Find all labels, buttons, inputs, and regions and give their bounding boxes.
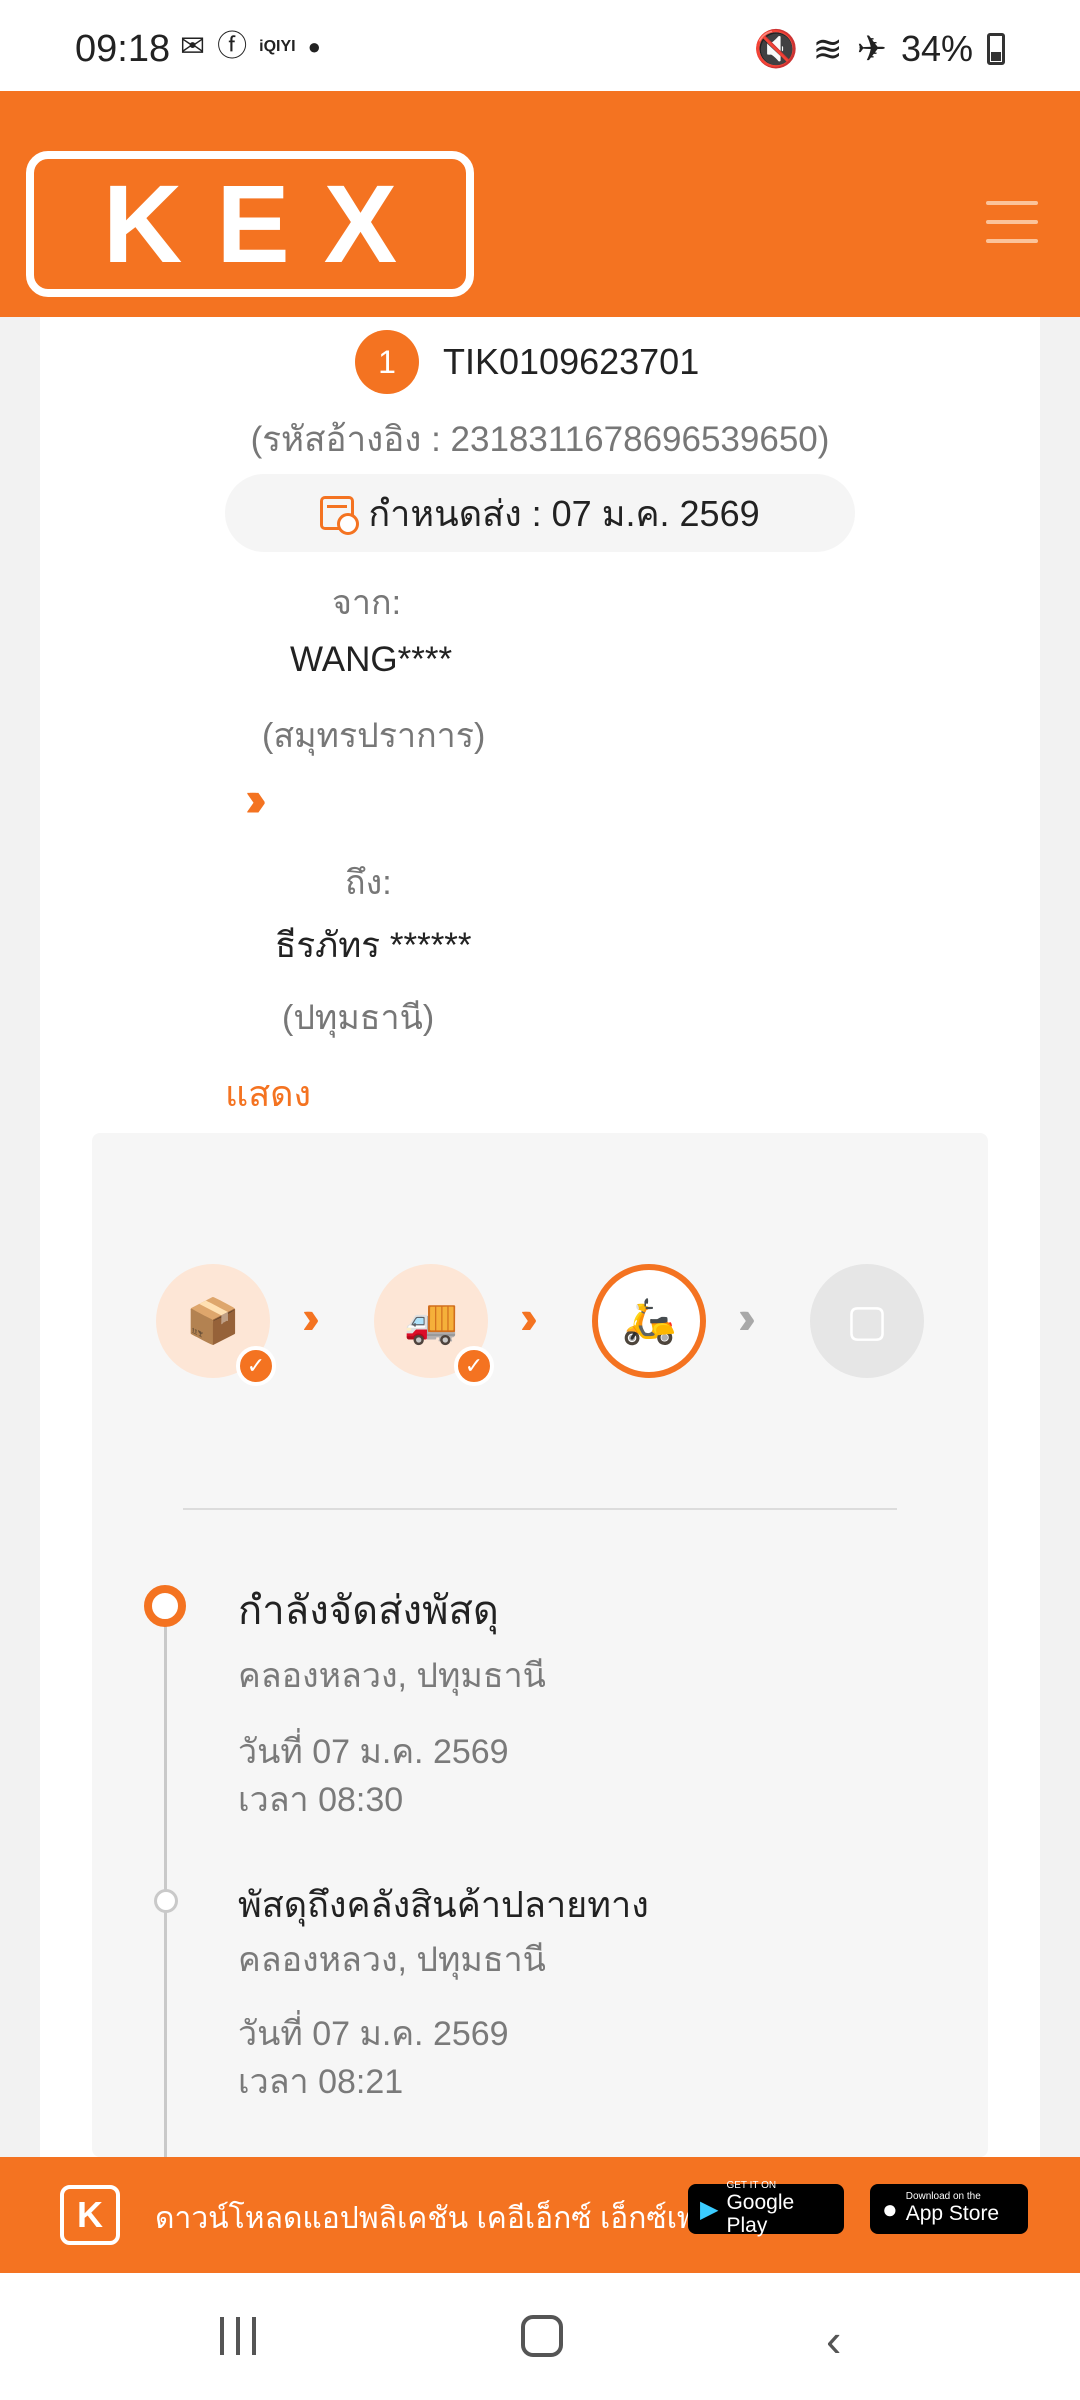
battery-percent: 34% (900, 28, 973, 69)
show-details-link[interactable]: แสดง (225, 1065, 311, 1122)
apple-icon: ● (882, 2193, 898, 2224)
parcel-icon: 📦 (185, 1297, 241, 1346)
home-icon[interactable] (521, 2315, 563, 2357)
mute-icon: 🔇 (753, 28, 799, 69)
truck-icon: 🚚 (403, 1297, 459, 1346)
gmail-icon: ✉ (180, 30, 206, 63)
sender-province: (สมุทรปราการ) (262, 717, 486, 755)
sender-name: WANG**** (290, 640, 453, 679)
app-download-banner: K ดาวน์โหลดแอปพลิเคชัน เคอีเอ็กซ์ เอ็กซ์… (0, 2157, 1080, 2273)
box-icon: ▢ (846, 1296, 888, 1346)
wifi-icon: ≋ (812, 28, 843, 69)
event-time: เวลา 08:21 (238, 2063, 404, 2101)
timeline-line (164, 1605, 167, 2157)
kex-app-logo: K (60, 2185, 120, 2245)
play-icon: ▶ (700, 2195, 719, 2223)
calendar-icon (320, 496, 360, 535)
event-time: เวลา 08:30 (238, 1781, 404, 1819)
due-date-pill: กำหนดส่ง : 07 ม.ค. 2569 (225, 474, 855, 552)
parcel-index-badge: 1 (355, 330, 419, 394)
timeline-dot (154, 1889, 178, 1913)
status-time: 09:18 (75, 28, 171, 70)
app-store-label: App Store (905, 2202, 1000, 2226)
due-date-text: กำหนดส่ง : 07 ม.ค. 2569 (368, 492, 760, 534)
step-out-for-delivery: 🛵 (592, 1264, 706, 1378)
dot-icon: ● (307, 34, 321, 59)
step-arrow-icon: ››› (738, 1291, 756, 1343)
battery-icon (987, 33, 1005, 65)
event-location: คลองหลวง, ปทุมธานี (238, 1657, 546, 1695)
check-icon: ✓ (454, 1346, 494, 1386)
reference-number: (รหัสอ้างอิง : 2318311678696539650) (250, 420, 830, 459)
hamburger-menu-icon[interactable] (986, 201, 1038, 243)
event-title: พัสดุถึงคลังสินค้าปลายทาง (238, 1884, 649, 1925)
tracking-number-row: 1 TIK0109623701 (355, 330, 699, 394)
scooter-icon: 🛵 (621, 1297, 677, 1346)
event-location: คลองหลวง, ปทุมธานี (238, 1941, 546, 1979)
airplane-icon: ✈ (856, 28, 887, 69)
back-icon[interactable]: ‹ (826, 2317, 841, 2363)
site-header: KEX (0, 91, 1080, 317)
app-store-button[interactable]: ● Download on the App Store (870, 2184, 1028, 2234)
google-play-button[interactable]: ▶ GET IT ON Google Play (688, 2179, 844, 2237)
app-store-small-text: Download on the (905, 2191, 981, 2203)
step-in-transit: 🚚 ✓ (374, 1264, 494, 1386)
event-date: วันที่ 07 ม.ค. 2569 (238, 2015, 509, 2053)
check-icon: ✓ (236, 1346, 276, 1386)
android-nav-bar: ‹ (0, 2273, 1080, 2400)
from-label: จาก: (332, 584, 402, 622)
google-play-small-text: GET IT ON (726, 2179, 777, 2191)
recipient-name: ธีรภัทร ****** (275, 926, 472, 965)
system-icons: 🔇 ≋ ✈ 34% (754, 28, 1005, 70)
recent-apps-icon[interactable] (220, 2317, 256, 2355)
status-bar: 09:18 ✉ ⓕ iQIYI ● 🔇 ≋ ✈ 34% (0, 0, 1080, 91)
logo-text: KEX (102, 162, 432, 286)
google-play-label: Google Play (726, 2190, 795, 2237)
banner-text: ดาวน์โหลดแอปพลิเคชัน เคอีเอ็กซ์ เอ็กซ์เพ… (155, 2202, 732, 2235)
event-date: วันที่ 07 ม.ค. 2569 (238, 1733, 509, 1771)
timeline-dot-active (144, 1585, 186, 1627)
iqiyi-icon: iQIYI (259, 38, 296, 55)
step-delivered: ▢ (810, 1264, 924, 1378)
panel-divider (183, 1508, 897, 1510)
step-picked-up: 📦 ✓ (156, 1264, 276, 1386)
facebook-icon: ⓕ (217, 30, 248, 63)
kex-logo[interactable]: KEX (26, 151, 474, 297)
notification-icons: ✉ ⓕ iQIYI ● (180, 32, 321, 62)
event-title: กำลังจัดส่งพัสดุ (238, 1589, 499, 1633)
recipient-province: (ปทุมธานี) (282, 999, 435, 1037)
step-arrow-icon: ››› (520, 1291, 538, 1343)
step-arrow-icon: ››› (302, 1291, 320, 1343)
tracking-number: TIK0109623701 (443, 341, 700, 382)
to-label: ถึง: (345, 864, 392, 902)
double-chevron-icon: ››› (245, 771, 267, 827)
